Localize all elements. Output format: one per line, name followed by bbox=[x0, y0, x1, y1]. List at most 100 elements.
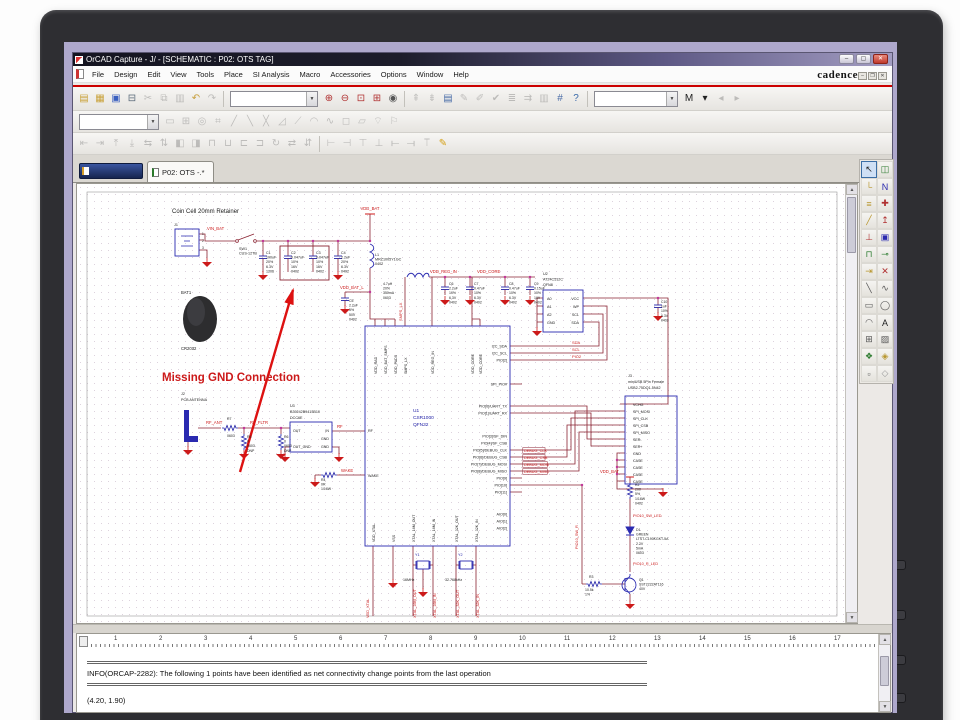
bill-of-materials-icon[interactable]: ▥ bbox=[536, 90, 552, 107]
place-ground-tool-icon[interactable]: ⊥ bbox=[861, 229, 877, 246]
snap-to-grid-icon[interactable]: # bbox=[552, 90, 568, 107]
align-center-v-icon[interactable]: ⇅ bbox=[156, 135, 172, 152]
menu-window[interactable]: Window bbox=[412, 68, 449, 81]
place-bus-entry-tool-icon[interactable]: ╱ bbox=[861, 212, 877, 229]
square-tool-icon[interactable]: ◻ bbox=[338, 113, 354, 130]
layer-icon[interactable]: ⟙ bbox=[419, 135, 435, 152]
ascend-hierarchy-icon[interactable]: ⇞ bbox=[408, 90, 424, 107]
place-power-tool-icon[interactable]: ↥ bbox=[877, 212, 893, 229]
distribute-h-icon[interactable]: ◧ bbox=[172, 135, 188, 152]
fisheye-view-icon[interactable]: ◉ bbox=[385, 90, 401, 107]
pivot-icon[interactable]: ⊢ bbox=[323, 135, 339, 152]
place-text-tool-icon[interactable]: A bbox=[877, 314, 893, 331]
no-tool-icon[interactable]: ◇ bbox=[877, 365, 893, 382]
array-icon[interactable]: ⌗ bbox=[210, 113, 226, 130]
nav-back-icon[interactable]: ◂ bbox=[713, 90, 729, 107]
mirror-h-icon[interactable]: ⇄ bbox=[284, 135, 300, 152]
mdi-restore-icon[interactable]: ❐ bbox=[868, 72, 877, 80]
scrollbar-thumb[interactable] bbox=[847, 197, 856, 253]
menu-options[interactable]: Options bbox=[376, 68, 412, 81]
to-front-icon[interactable]: ⊓ bbox=[204, 135, 220, 152]
minimize-button[interactable]: ‒ bbox=[839, 54, 854, 64]
copy-icon[interactable]: ⧉ bbox=[156, 90, 172, 107]
annotate-icon[interactable]: ✎ bbox=[456, 90, 472, 107]
project-manager-icon[interactable]: ▤ bbox=[440, 90, 456, 107]
menu-file[interactable]: File bbox=[87, 68, 109, 81]
scrollbar-thumb[interactable] bbox=[880, 656, 889, 686]
close-button[interactable]: ✕ bbox=[873, 54, 888, 64]
tab-schematic-page[interactable]: P02: OTS -.* bbox=[147, 161, 214, 182]
menu-edit[interactable]: Edit bbox=[142, 68, 165, 81]
paste-icon[interactable]: ▥ bbox=[172, 90, 188, 107]
dimension-icon[interactable]: ⟞ bbox=[403, 135, 419, 152]
line-135-icon[interactable]: ╲ bbox=[242, 113, 258, 130]
place-polyline-tool-icon[interactable]: ∿ bbox=[877, 280, 893, 297]
open-document-icon[interactable]: ▦ bbox=[92, 90, 108, 107]
compass-tool-icon[interactable]: ⌔ bbox=[370, 113, 386, 130]
descend-hierarchy-icon[interactable]: ⇟ bbox=[424, 90, 440, 107]
parallelogram-tool-icon[interactable]: ▱ bbox=[354, 113, 370, 130]
sine-tool-icon[interactable]: ∿ bbox=[322, 113, 338, 130]
place-ole-object-tool-icon[interactable]: ⊞ bbox=[861, 331, 877, 348]
place-ellipse-tool-icon[interactable]: ◯ bbox=[877, 297, 893, 314]
menu-macro[interactable]: Macro bbox=[294, 68, 325, 81]
session-log-pane[interactable]: 1 2 3 4 5 6 7 8 9 10 11 12 13 14 15 16 17 INFO(ORCAP-228… bbox=[76, 633, 891, 713]
snap-toggle-tool-icon[interactable]: ▫ bbox=[861, 365, 877, 382]
minimized-window[interactable] bbox=[79, 163, 143, 179]
new-document-icon[interactable]: ▤ bbox=[76, 90, 92, 107]
mirror-v-icon[interactable]: ⇵ bbox=[300, 135, 316, 152]
origin-icon[interactable]: ◎ bbox=[194, 113, 210, 130]
place-rectangle-tool-icon[interactable]: ▭ bbox=[861, 297, 877, 314]
search-combo[interactable]: ▼ bbox=[594, 90, 678, 107]
place-wire-tool-icon[interactable]: └ bbox=[861, 178, 877, 195]
place-hierarchical-port-tool-icon[interactable]: ⊓ bbox=[861, 246, 877, 263]
place-junction-tool-icon[interactable]: ✚ bbox=[877, 195, 893, 212]
ungroup-icon[interactable]: ⊐ bbox=[252, 135, 268, 152]
place-bus-tool-icon[interactable]: ≡ bbox=[861, 195, 877, 212]
grid-icon[interactable]: ⊞ bbox=[178, 113, 194, 130]
signal-combo[interactable]: ▼ bbox=[79, 113, 159, 130]
align-top-icon[interactable]: ⤒ bbox=[108, 135, 124, 152]
place-net-alias-tool-icon[interactable]: N bbox=[877, 178, 893, 195]
create-netlist-icon[interactable]: ≣ bbox=[504, 90, 520, 107]
edit-properties-icon[interactable]: ✎ bbox=[435, 135, 451, 152]
zoom-out-icon[interactable]: ⊖ bbox=[337, 90, 353, 107]
align-left-icon[interactable]: ⇤ bbox=[76, 135, 92, 152]
pane-splitter[interactable] bbox=[73, 624, 892, 633]
triangle-tool-icon[interactable]: ◿ bbox=[274, 113, 290, 130]
place-part-tool-icon[interactable]: ◫ bbox=[877, 161, 893, 178]
select-tool-icon[interactable]: ↖ bbox=[861, 161, 877, 178]
menu-si-analysis[interactable]: SI Analysis bbox=[248, 68, 295, 81]
show-area-tool-icon[interactable]: ◈ bbox=[877, 348, 893, 365]
canvas-vertical-scrollbar[interactable]: ▲ ▼ bbox=[845, 184, 858, 623]
redo-icon[interactable]: ↷ bbox=[204, 90, 220, 107]
stretch-icon[interactable]: ⊤ bbox=[355, 135, 371, 152]
mdi-close-icon[interactable]: ✕ bbox=[878, 72, 887, 80]
zoom-in-icon[interactable]: ⊕ bbox=[321, 90, 337, 107]
menu-view[interactable]: View bbox=[165, 68, 191, 81]
mdi-minimize-icon[interactable]: ‒ bbox=[858, 72, 867, 80]
design-rules-check-icon[interactable]: ✔ bbox=[488, 90, 504, 107]
line-45-icon[interactable]: ╱ bbox=[226, 113, 242, 130]
arc-tool-icon[interactable]: ◠ bbox=[306, 113, 322, 130]
align-bottom-icon[interactable]: ⤓ bbox=[124, 135, 140, 152]
maximize-button[interactable]: ▢ bbox=[856, 54, 871, 64]
schematic-canvas[interactable]: Coin Cell 20mm Retainer J1 VIN_BAT 1 2 3 BAT1 C… bbox=[77, 184, 847, 625]
print-icon[interactable]: ⊟ bbox=[124, 90, 140, 107]
distribute-v-icon[interactable]: ◨ bbox=[188, 135, 204, 152]
zoom-all-icon[interactable]: ⊞ bbox=[369, 90, 385, 107]
place-no-connect-tool-icon[interactable]: ✕ bbox=[877, 263, 893, 280]
help-icon[interactable]: ? bbox=[568, 90, 584, 107]
place-picture-tool-icon[interactable]: ▨ bbox=[877, 331, 893, 348]
menu-tools[interactable]: Tools bbox=[192, 68, 220, 81]
menu-accessories[interactable]: Accessories bbox=[325, 68, 375, 81]
zoom-region-icon[interactable]: ⊡ bbox=[353, 90, 369, 107]
line-cross-icon[interactable]: ╳ bbox=[258, 113, 274, 130]
cross-reference-icon[interactable]: ⇉ bbox=[520, 90, 536, 107]
flag-tool-icon[interactable]: ⚐ bbox=[386, 113, 402, 130]
menu-design[interactable]: Design bbox=[109, 68, 142, 81]
place-hierarchical-block-tool-icon[interactable]: ▣ bbox=[877, 229, 893, 246]
undo-icon[interactable]: ↶ bbox=[188, 90, 204, 107]
group-icon[interactable]: ⊏ bbox=[236, 135, 252, 152]
align-center-h-icon[interactable]: ⇆ bbox=[140, 135, 156, 152]
